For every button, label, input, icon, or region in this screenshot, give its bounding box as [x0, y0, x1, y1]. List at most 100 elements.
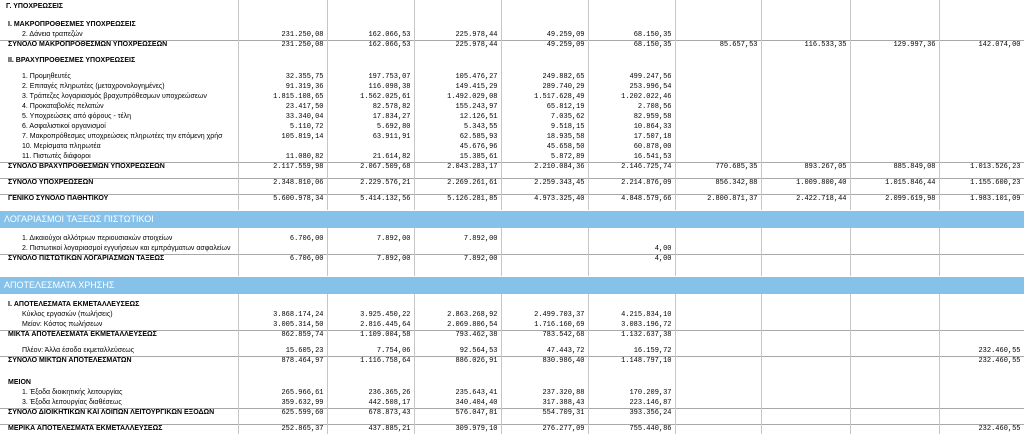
value-cell — [939, 398, 1024, 408]
value-cell: 82.578,82 — [327, 102, 415, 112]
total-row: ΣΥΝΟΛΟ ΔΙΟΙΚΗΤΙΚΩΝ ΚΑΙ ΛΟΙΠΩΝ ΛΕΙΤΟΥΡΓΙΚ… — [0, 408, 1024, 418]
value-cell — [588, 234, 676, 244]
value-cell: 149.415,29 — [414, 82, 502, 92]
row-label: Κύκλος εργασιών (πωλήσεις) — [0, 310, 239, 320]
value-cell — [501, 378, 589, 388]
value-cell: 21.614,82 — [327, 152, 415, 162]
value-cell — [850, 346, 940, 356]
value-cell: 68.150,35 — [588, 40, 676, 50]
row-label: 11. Πιστωτές διάφοροι — [0, 152, 239, 162]
value-cell: 68.150,35 — [588, 30, 676, 40]
line-item-row: 7. Μακροπρόθεσμες υποχρεώσεις πληρωτέες … — [0, 132, 1024, 142]
value-cell — [761, 112, 851, 122]
total-row: ΣΥΝΟΛΟ ΜΙΚΤΩΝ ΑΠΟΤΕΛΕΣΜΑΤΩΝ 878.464,97 1.1… — [0, 356, 1024, 366]
value-cell — [588, 0, 676, 14]
value-cell: 2.069.806,54 — [414, 320, 502, 330]
row-label: Γ. ΥΠΟΧΡΕΩΣΕΙΣ — [0, 0, 239, 14]
value-cell — [850, 152, 940, 162]
row-label: ΜΙΚΤΑ ΑΠΟΤΕΛΕΣΜΑΤΑ ΕΚΜΕΤΑΛΛΕΥΣΕΩΣ — [0, 330, 239, 340]
value-cell — [588, 300, 676, 310]
value-cell: 7.754,06 — [327, 346, 415, 356]
line-item-row: 2. Πιστωτικοί λογαριασμοί εγγυήσεων και … — [0, 244, 1024, 254]
value-cell: 231.250,08 — [238, 30, 328, 40]
statement-title-row: Γ. ΥΠΟΧΡΕΩΣΕΙΣ — [0, 0, 1024, 14]
value-cell — [761, 346, 851, 356]
value-cell: 232.460,55 — [939, 424, 1024, 434]
row-label: ΜΕΡΙΚΑ ΑΠΟΤΕΛΕΣΜΑΤΑ ΕΚΜΕΤΑΛΛΕΥΣΕΩΣ — [0, 424, 239, 434]
line-item-row: 1. Δικαιούχοι αλλότριων περιουσιακών στο… — [0, 234, 1024, 244]
value-cell — [850, 398, 940, 408]
value-cell — [761, 72, 851, 82]
value-cell: 155.243,97 — [414, 102, 502, 112]
value-cell — [675, 424, 762, 434]
value-cell — [675, 112, 762, 122]
value-cell — [939, 320, 1024, 330]
total-row: ΣΥΝΟΛΟ ΥΠΟΧΡΕΩΣΕΩΝ 2.348.810,06 2.229.576,… — [0, 178, 1024, 188]
value-cell: 223.146,87 — [588, 398, 676, 408]
value-cell — [238, 20, 328, 30]
value-cell — [850, 132, 940, 142]
value-cell — [238, 0, 328, 14]
value-cell: 499.247,56 — [588, 72, 676, 82]
value-cell — [939, 112, 1024, 122]
value-cell — [761, 82, 851, 92]
value-cell: 878.464,97 — [238, 356, 328, 366]
value-cell — [939, 388, 1024, 398]
value-cell — [761, 20, 851, 30]
row-label: Μείον: Κόστος πωλήσεων — [0, 320, 239, 330]
row-label: 3. Τράπεζες λογαριασμός βραχυπρόθεσμων υ… — [0, 92, 239, 102]
value-cell — [761, 92, 851, 102]
row-label: 1. Δικαιούχοι αλλότριων περιουσιακών στο… — [0, 234, 239, 244]
value-cell: 2.099.619,98 — [850, 194, 940, 204]
value-cell — [761, 320, 851, 330]
value-cell: 6.706,00 — [238, 254, 328, 264]
value-cell: 116.098,38 — [327, 82, 415, 92]
value-cell: 7.892,00 — [327, 234, 415, 244]
value-cell: 4.215.834,10 — [588, 310, 676, 320]
line-item-row: 3. Τράπεζες λογαριασμός βραχυπρόθεσμων υ… — [0, 92, 1024, 102]
value-cell — [850, 102, 940, 112]
value-cell: 393.356,24 — [588, 408, 676, 418]
value-cell — [939, 254, 1024, 264]
row-label: Πλέον: Άλλα έσοδα εκμεταλλεύσεως — [0, 346, 239, 356]
value-cell — [761, 234, 851, 244]
section-header-row: I. ΑΠΟΤΕΛΕΣΜΑΤΑ ΕΚΜΕΤΑΛΛΕΥΣΕΩΣ — [0, 300, 1024, 310]
value-cell: 249.882,65 — [501, 72, 589, 82]
value-cell — [588, 56, 676, 66]
value-cell: 2.259.343,45 — [501, 178, 589, 188]
value-cell: 45.676,96 — [414, 142, 502, 152]
line-item-row: Μείον: Κόστος πωλήσεων 3.005.314,50 2.816.… — [0, 320, 1024, 330]
value-cell: 1.983.101,09 — [939, 194, 1024, 204]
value-cell: 793.462,38 — [414, 330, 502, 340]
value-cell — [414, 20, 502, 30]
value-cell: 2.229.576,21 — [327, 178, 415, 188]
value-cell: 129.997,36 — [850, 40, 940, 50]
value-cell: 317.388,43 — [501, 398, 589, 408]
value-cell: 289.740,29 — [501, 82, 589, 92]
section-header-row: II. ΒΡΑΧΥΠΡΟΘΕΣΜΕΣ ΥΠΟΧΡΕΩΣΕΙΣ — [0, 56, 1024, 66]
value-cell: 2.708,56 — [588, 102, 676, 112]
value-cell — [588, 378, 676, 388]
value-cell: 15.605,23 — [238, 346, 328, 356]
value-cell: 1.155.600,23 — [939, 178, 1024, 188]
value-cell — [850, 30, 940, 40]
value-cell — [939, 56, 1024, 66]
value-cell: 2.499.703,37 — [501, 310, 589, 320]
value-cell — [501, 234, 589, 244]
value-cell — [501, 244, 589, 254]
value-cell — [761, 300, 851, 310]
value-cell: 1.492.029,08 — [414, 92, 502, 102]
value-cell: 554.709,31 — [501, 408, 589, 418]
row-label: ΣΥΝΟΛΟ ΒΡΑΧΥΠΡΟΘΕΣΜΩΝ ΥΠΟΧΡΕΩΣΕΩΝ — [0, 162, 239, 172]
value-cell: 3.925.450,22 — [327, 310, 415, 320]
line-item-row: 6. Ασφαλιστικοί οργανισμοί 5.110,72 5.692,… — [0, 122, 1024, 132]
value-cell: 2.800.871,37 — [675, 194, 762, 204]
value-cell: 437.885,21 — [327, 424, 415, 434]
value-cell — [761, 132, 851, 142]
value-cell — [761, 122, 851, 132]
value-cell — [675, 408, 762, 418]
value-cell — [675, 234, 762, 244]
value-cell: 91.319,36 — [238, 82, 328, 92]
value-cell: 340.404,40 — [414, 398, 502, 408]
value-cell — [761, 424, 851, 434]
